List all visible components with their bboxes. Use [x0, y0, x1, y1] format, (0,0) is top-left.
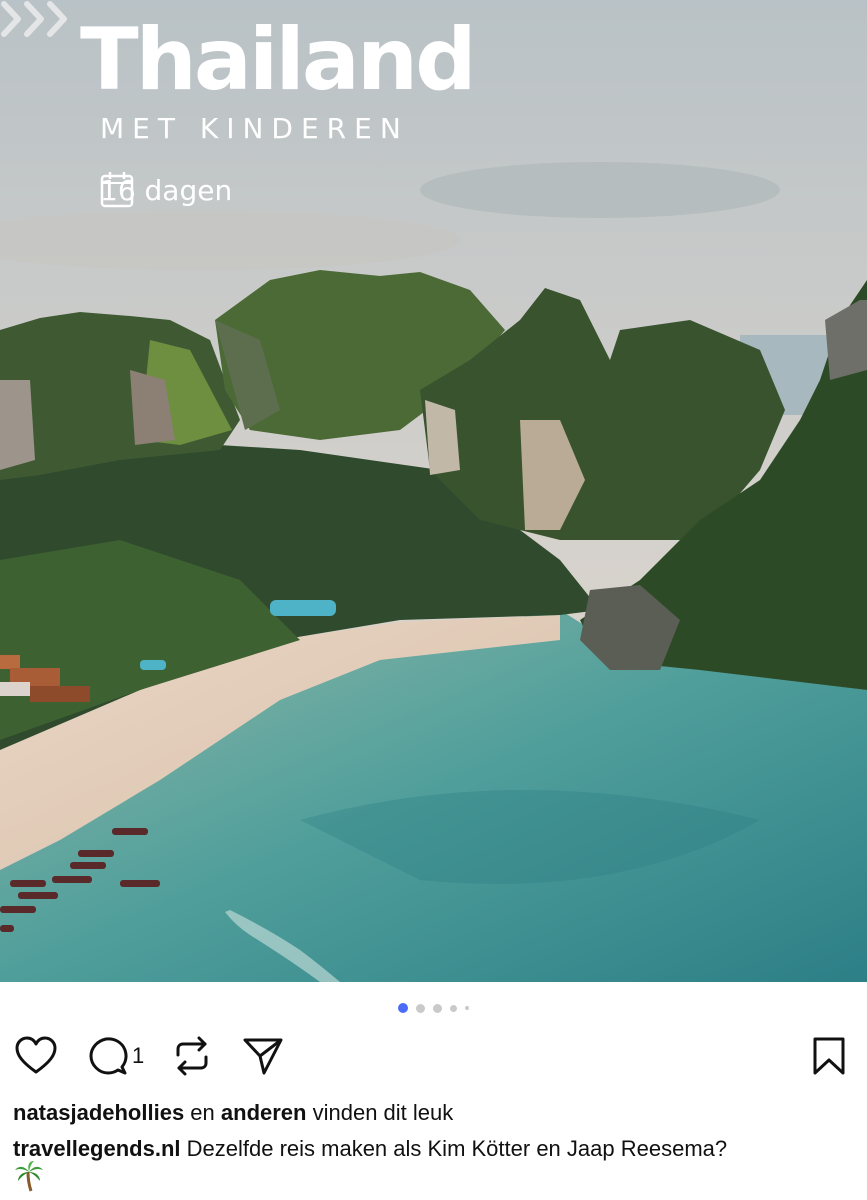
caption-emoji [14, 1160, 44, 1197]
post-title: Thailand [80, 10, 477, 110]
carousel-dot [416, 1003, 425, 1013]
likes-suffix: vinden dit leuk [306, 1100, 454, 1125]
liker-username[interactable]: natasjadehollies [13, 1100, 184, 1125]
chevrons-right-icon[interactable] [0, 0, 72, 38]
caption-text: Dezelfde reis maken als Kim Kötter en Ja… [180, 1136, 728, 1161]
calendar-icon [100, 172, 134, 208]
post-actions-bar: 1 [0, 1034, 867, 1078]
likes-others-link[interactable]: anderen [221, 1100, 307, 1125]
carousel-dot [450, 1004, 457, 1012]
repost-button[interactable] [172, 1034, 212, 1078]
palm-tree-icon [15, 1161, 43, 1192]
heart-icon [15, 1036, 57, 1074]
comment-count: 1 [132, 1043, 145, 1068]
carousel-dot [465, 1006, 469, 1010]
likes-summary: natasjadehollies en anderen vinden dit l… [13, 1098, 453, 1128]
carousel-indicator [0, 1003, 867, 1013]
send-icon [243, 1038, 283, 1075]
like-button[interactable] [14, 1034, 58, 1078]
post-subtitle: MET KINDEREN [100, 112, 409, 145]
post-image[interactable]: Thailand MET KINDEREN 16 dagen [0, 0, 867, 982]
caption-author[interactable]: travellegends.nl [13, 1136, 181, 1161]
save-button[interactable] [812, 1034, 846, 1078]
comment-icon [89, 1037, 128, 1075]
landscape-illustration [0, 0, 867, 982]
post-caption: travellegends.nl Dezelfde reis maken als… [13, 1134, 727, 1164]
trip-duration: 16 dagen [100, 170, 232, 210]
bookmark-icon [813, 1037, 845, 1075]
carousel-dot-active [398, 1003, 408, 1013]
share-button[interactable] [242, 1034, 284, 1078]
likes-connector: en [184, 1100, 221, 1125]
repost-icon [176, 1036, 208, 1076]
carousel-dot [433, 1003, 442, 1013]
comment-button[interactable]: 1 [88, 1034, 144, 1078]
